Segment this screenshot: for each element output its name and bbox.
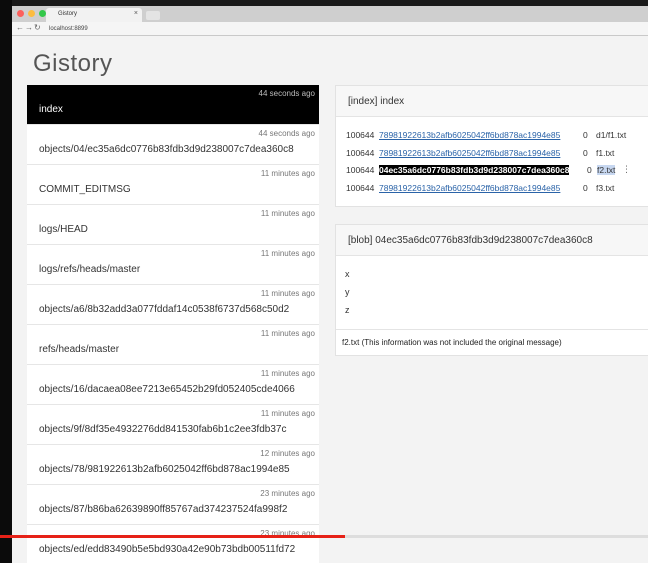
history-item-name: objects/87/b86ba62639890ff85767ad3742375… xyxy=(39,504,288,515)
window-controls xyxy=(17,10,46,17)
blob-panel: [blob] 04ec35a6dc0776b83fdb3d9d238007c7d… xyxy=(335,224,648,356)
blob-line: z xyxy=(345,305,350,315)
entry-stage: 0 xyxy=(587,165,592,175)
history-item[interactable]: 12 minutes ago objects/78/981922613b2afb6… xyxy=(27,445,319,485)
browser-chrome: Gistory × ← → ↻ localhost:8899 xyxy=(12,6,648,36)
history-item[interactable]: 11 minutes ago objects/9f/8df35e4932276dd… xyxy=(27,405,319,445)
history-item[interactable]: 11 minutes ago objects/a6/8b32add3a077fdd… xyxy=(27,285,319,325)
history-item-name: index xyxy=(39,104,63,115)
blob-content: xyz xyxy=(336,256,648,329)
history-item-time: 11 minutes ago xyxy=(260,289,315,298)
history-item[interactable]: 44 seconds ago index xyxy=(27,85,319,125)
entry-stage: 0 xyxy=(583,130,588,140)
page-title: Gistory xyxy=(33,50,113,77)
history-item-time: 12 minutes ago xyxy=(260,449,315,458)
history-item-time: 44 seconds ago xyxy=(258,89,316,98)
history-item-name: objects/16/dacaea08ee7213e65452b29fd0524… xyxy=(39,384,295,395)
maximize-window-icon[interactable] xyxy=(39,10,46,17)
video-letterbox xyxy=(0,0,12,563)
index-panel: [index] index 100644 78981922613b2afb6025… xyxy=(335,85,648,207)
history-item-time: 11 minutes ago xyxy=(260,209,315,218)
history-item-time: 11 minutes ago xyxy=(260,369,315,378)
index-entry: 100644 78981922613b2afb6025042ff6bd878ac1… xyxy=(336,180,648,198)
history-item-name: objects/78/981922613b2afb6025042ff6bd878… xyxy=(39,464,290,475)
close-window-icon[interactable] xyxy=(17,10,24,17)
history-item[interactable]: 23 minutes ago objects/87/b86ba62639890ff… xyxy=(27,485,319,525)
address-bar: ← → ↻ localhost:8899 xyxy=(12,22,648,36)
reload-icon[interactable]: ↻ xyxy=(34,23,41,32)
page: Gistory 44 seconds ago index 44 seconds ag… xyxy=(12,36,648,563)
history-item[interactable]: 44 seconds ago objects/04/ec35a6dc0776b83… xyxy=(27,125,319,165)
entry-mode: 100644 xyxy=(346,130,375,140)
index-entry: 100644 04ec35a6dc0776b83fdb3d9d238007c7de… xyxy=(336,162,648,180)
minimize-window-icon[interactable] xyxy=(28,10,35,17)
index-panel-header: [index] index xyxy=(336,86,648,117)
history-item[interactable]: 11 minutes ago objects/16/dacaea08ee7213e… xyxy=(27,365,319,405)
new-tab-button[interactable] xyxy=(146,11,160,20)
entry-mode: 100644 xyxy=(346,182,375,193)
entry-stage: 0 xyxy=(583,147,588,158)
history-item[interactable]: 11 minutes ago logs/refs/heads/master xyxy=(27,245,319,285)
history-item-name: logs/HEAD xyxy=(39,224,88,235)
history-item-time: 11 minutes ago xyxy=(260,249,315,258)
entry-hash-link[interactable]: 04ec35a6dc0776b83fdb3d9d238007c7dea360c8 xyxy=(379,165,570,175)
entry-path: f3.txt xyxy=(596,182,615,193)
history-item[interactable]: 23 minutes ago objects/ed/edd83490b5e5bd9… xyxy=(27,525,319,563)
tab-title: Gistory xyxy=(58,11,78,17)
video-progress-fill[interactable] xyxy=(0,535,345,538)
entry-path: f2.txt xyxy=(597,165,616,175)
forward-icon[interactable]: → xyxy=(25,23,33,32)
history-item[interactable]: 11 minutes ago logs/HEAD xyxy=(27,205,319,245)
history-item-name: refs/heads/master xyxy=(39,344,120,355)
url-input[interactable]: localhost:8899 xyxy=(46,24,636,34)
tab-strip: Gistory × xyxy=(12,6,648,22)
entry-mode: 100644 xyxy=(346,147,375,158)
index-entries: 100644 78981922613b2afb6025042ff6bd878ac1… xyxy=(336,117,648,197)
history-item-time: 11 minutes ago xyxy=(260,409,315,418)
history-item-time: 44 seconds ago xyxy=(258,129,316,138)
blob-footer: f2.txt (This information was not include… xyxy=(336,329,648,355)
history-item-name: objects/04/ec35a6dc0776b83fdb3d9d238007c… xyxy=(39,144,294,155)
back-icon[interactable]: ← xyxy=(16,23,24,32)
history-item-name: objects/a6/8b32add3a077fddaf14c0538f6737… xyxy=(39,304,290,315)
entry-path: d1/f1.txt xyxy=(596,130,627,140)
blob-line: y xyxy=(345,287,350,297)
history-item[interactable]: 11 minutes ago refs/heads/master xyxy=(27,325,319,365)
blob-line: x xyxy=(345,269,350,279)
entry-mode: 100644 xyxy=(346,165,375,175)
entry-hash-link[interactable]: 78981922613b2afb6025042ff6bd878ac1994e85 xyxy=(379,130,560,140)
history-item[interactable]: 11 minutes ago COMMIT_EDITMSG xyxy=(27,165,319,205)
index-entry: 100644 78981922613b2afb6025042ff6bd878ac1… xyxy=(336,127,648,145)
history-item-name: logs/refs/heads/master xyxy=(39,264,141,275)
history-item-name: objects/9f/8df35e4932276dd841530fab6b1c2… xyxy=(39,424,287,435)
entry-stage: 0 xyxy=(583,182,588,193)
history-item-time: 11 minutes ago xyxy=(260,169,315,178)
browser-tab[interactable]: Gistory × xyxy=(46,8,142,22)
entry-path: f1.txt xyxy=(596,147,615,158)
history-item-time: 11 minutes ago xyxy=(260,329,315,338)
history-item-time: 23 minutes ago xyxy=(260,489,315,498)
entry-hash-link[interactable]: 78981922613b2afb6025042ff6bd878ac1994e85 xyxy=(379,148,560,158)
close-tab-icon[interactable]: × xyxy=(134,10,138,17)
history-item-name: COMMIT_EDITMSG xyxy=(39,184,131,195)
history-list: 44 seconds ago index 44 seconds ago objects… xyxy=(27,85,319,563)
entry-hash-link[interactable]: 78981922613b2afb6025042ff6bd878ac1994e85 xyxy=(379,183,560,193)
more-options-icon[interactable]: ⋮ xyxy=(622,164,631,175)
index-entry: 100644 78981922613b2afb6025042ff6bd878ac1… xyxy=(336,145,648,163)
history-item-name: objects/ed/edd83490b5e5bd930a42e90b73bdb… xyxy=(39,544,296,555)
blob-panel-header: [blob] 04ec35a6dc0776b83fdb3d9d238007c7d… xyxy=(336,225,648,256)
